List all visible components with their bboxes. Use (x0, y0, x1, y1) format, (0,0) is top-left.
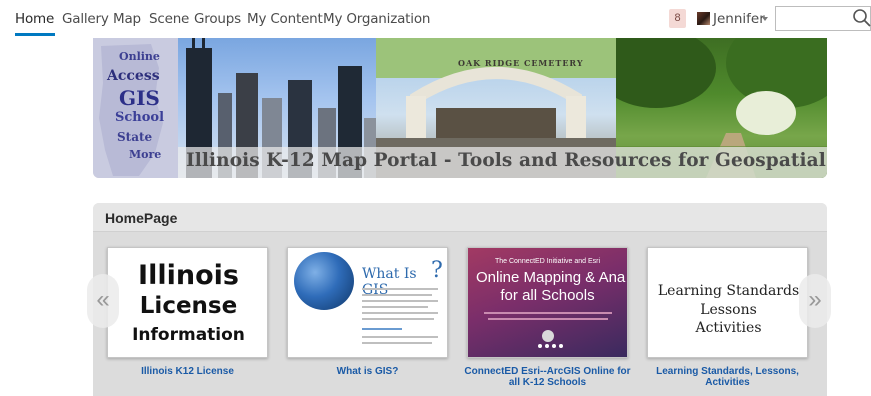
cemetery-sign-text: OAK RIDGE CEMETERY (458, 58, 584, 68)
gallery-card-caption[interactable]: ConnectED Esri--ArcGIS Online for all K-… (460, 366, 635, 388)
text-line (362, 294, 432, 296)
top-navigation-bar: Home Gallery Map Scene Groups My Content… (0, 0, 871, 38)
globe-icon (294, 252, 354, 310)
text-line (484, 312, 612, 314)
avatar[interactable] (697, 12, 710, 25)
text-line (362, 336, 438, 338)
word-cloud-word: School (115, 110, 165, 125)
word-cloud-word: Online (119, 50, 160, 63)
nav-home[interactable]: Home (15, 11, 54, 27)
nav-my-organization[interactable]: My Organization (323, 11, 430, 27)
carousel-dot (559, 344, 563, 348)
gallery-card-connected-esri[interactable]: The ConnectED Initiative and Esri Online… (467, 247, 628, 358)
carousel-dot (545, 344, 549, 348)
gallery-title: HomePage (105, 210, 178, 226)
thumb-text: ? (431, 258, 443, 283)
thumb-text: Illinois (138, 260, 239, 291)
thumb-text: Information (132, 325, 245, 345)
text-line (362, 312, 438, 314)
gallery-card-caption[interactable]: Learning Standards, Lessons, Activities (640, 366, 815, 388)
text-line (362, 318, 434, 320)
word-cloud-image: Online Access GIS School State More (93, 38, 178, 178)
thumb-text: The ConnectED Initiative and Esri (494, 258, 601, 265)
text-line (362, 300, 438, 302)
homepage-gallery-panel: HomePage Illinois License Information Il… (93, 203, 827, 396)
word-cloud-word: Access (107, 68, 160, 84)
user-menu-name[interactable]: Jennifer (713, 11, 765, 27)
portal-banner: Online Access GIS School State More OAK … (93, 38, 827, 178)
carousel-prev-button[interactable]: « (87, 274, 119, 328)
active-tab-indicator (15, 33, 55, 36)
nav-gallery[interactable]: Gallery (62, 11, 109, 27)
word-cloud-word: GIS (119, 86, 160, 110)
thumb-text: Lessons (700, 302, 757, 318)
text-line (488, 318, 608, 320)
gallery-card-learning-standards[interactable]: Learning Standards Lessons Activities (647, 247, 808, 358)
carousel-dot (552, 344, 556, 348)
gallery-card-illinois-license[interactable]: Illinois License Information (107, 247, 268, 358)
thumb-text: for all Schools (500, 287, 595, 304)
text-line (362, 288, 438, 290)
gallery-card-caption[interactable]: Illinois K12 License (100, 366, 275, 377)
thumb-text: License (139, 293, 238, 319)
word-cloud-word: State (117, 130, 153, 144)
nav-my-content[interactable]: My Content (247, 11, 323, 27)
word-cloud-word: More (129, 148, 162, 161)
carousel-dot (538, 344, 542, 348)
search-icon[interactable] (852, 7, 871, 29)
nav-map[interactable]: Map (113, 11, 141, 27)
gallery-card-caption[interactable]: What is GIS? (280, 366, 455, 377)
text-line (362, 306, 428, 308)
play-icon (542, 330, 554, 342)
thumb-text: Activities (695, 320, 762, 336)
nav-scene[interactable]: Scene (149, 11, 189, 27)
banner-title: Illinois K-12 Map Portal - Tools and Res… (186, 150, 827, 171)
text-line (362, 342, 432, 344)
thumb-text: Learning Standards (657, 283, 800, 299)
gallery-header: HomePage (93, 203, 827, 232)
carousel-next-button[interactable]: » (799, 274, 831, 328)
gallery-card-what-is-gis[interactable]: What Is GIS ? (287, 247, 448, 358)
nav-groups[interactable]: Groups (194, 11, 241, 27)
chevron-down-icon[interactable] (762, 17, 768, 21)
notification-badge[interactable]: 8 (669, 9, 686, 28)
text-line (362, 328, 402, 330)
thumb-text: Online Mapping & Ana (476, 269, 626, 286)
